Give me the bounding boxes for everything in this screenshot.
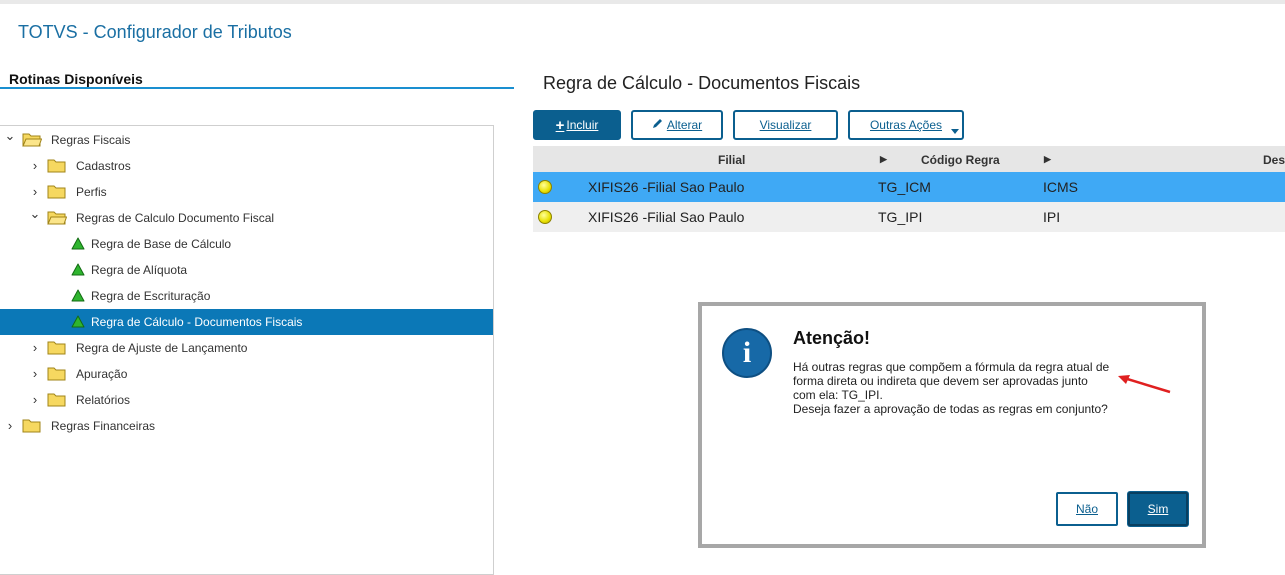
sim-button[interactable]: Sim [1128, 492, 1188, 526]
sidebar-item[interactable]: › Regra de Ajuste de Lançamento [0, 335, 493, 361]
cell-filial: XIFIS26 -Filial Sao Paulo [588, 179, 745, 195]
outras-acoes-button[interactable]: Outras Ações [848, 110, 964, 140]
column-sort-icon[interactable]: ▶ [1044, 154, 1051, 165]
confirm-dialog: i Atenção! Há outras regras que compõem … [698, 302, 1206, 548]
cell-filial: XIFIS26 -Filial Sao Paulo [588, 209, 745, 225]
sidebar-item[interactable]: › Relatórios [0, 387, 493, 413]
sidebar-item[interactable]: › Perfis [0, 179, 493, 205]
sidebar-item[interactable]: › Regras Financeiras [0, 413, 493, 439]
sidebar-item[interactable]: ⌄ Regras Fiscais [0, 127, 493, 153]
sidebar-title: Rotinas Disponíveis [9, 71, 143, 87]
sidebar-item-label: Regras de Calculo Documento Fiscal [76, 211, 275, 225]
alterar-button[interactable]: Alterar [631, 110, 723, 140]
caret-down-icon [951, 129, 959, 134]
column-codigo-regra[interactable]: Código Regra [921, 153, 1000, 167]
table-row[interactable]: XIFIS26 -Filial Sao Paulo TG_IPI IPI [533, 202, 1285, 232]
column-filial[interactable]: Filial [718, 153, 745, 167]
visualizar-button[interactable]: Visualizar [733, 110, 838, 140]
sidebar-item[interactable]: ⌄ Regras de Calculo Documento Fiscal [0, 205, 493, 231]
status-dot-icon [538, 180, 552, 194]
sidebar-item-label: Regra de Ajuste de Lançamento [76, 341, 248, 355]
sidebar-item[interactable]: › Cadastros [0, 153, 493, 179]
sidebar-title-underline [0, 87, 514, 89]
grid-header: Filial ▶ Código Regra ▶ Desc [533, 146, 1285, 172]
dialog-question: Deseja fazer a aprovação de todas as reg… [793, 402, 1108, 416]
sidebar-item-label: Regra de Base de Cálculo [91, 237, 232, 251]
folder-icon [47, 341, 66, 355]
folder-icon [47, 367, 66, 381]
sidebar-item-label: Regra de Alíquota [91, 263, 188, 277]
info-icon: i [722, 328, 772, 378]
red-arrow-icon [1118, 375, 1171, 394]
chevron-right-icon[interactable]: › [29, 159, 41, 172]
chevron-right-icon[interactable]: › [29, 367, 41, 380]
outras-acoes-label: Outras Ações [869, 118, 943, 132]
incluir-button[interactable]: + Incluir [533, 110, 621, 140]
sidebar-item-label: Regras Fiscais [51, 133, 131, 147]
green-triangle-icon [71, 237, 85, 250]
chevron-right-icon[interactable]: › [4, 419, 16, 432]
top-strip [0, 0, 1285, 4]
dialog-body: i Atenção! Há outras regras que compõem … [702, 306, 1202, 544]
sidebar-item[interactable]: › Apuração [0, 361, 493, 387]
column-descricao[interactable]: Desc [1263, 153, 1285, 167]
cell-codigo: TG_IPI [878, 209, 923, 225]
dialog-title: Atenção! [793, 328, 871, 348]
chevron-down-icon[interactable]: ⌄ [29, 207, 41, 220]
chevron-right-icon[interactable]: › [29, 341, 41, 354]
plus-icon: + [555, 116, 565, 134]
cell-descricao: IPI [1043, 209, 1061, 225]
folder-icon [22, 419, 41, 433]
green-triangle-icon [71, 315, 85, 328]
status-dot-icon [538, 210, 552, 224]
sidebar-item-label: Apuração [76, 367, 128, 381]
sidebar-item-label: Relatórios [76, 393, 131, 407]
folder-icon [47, 185, 66, 199]
sidebar-item-label: Cadastros [76, 159, 131, 173]
sidebar-item[interactable]: Regra de Base de Cálculo [0, 231, 493, 257]
column-sort-icon[interactable]: ▶ [880, 154, 887, 165]
green-triangle-icon [71, 263, 85, 276]
cell-codigo: TG_ICM [878, 179, 931, 195]
app-title: TOTVS - Configurador de Tributos [18, 22, 292, 42]
folder-icon [47, 159, 66, 173]
dialog-message: Há outras regras que compõem a fórmula d… [793, 360, 1110, 402]
folder-open-icon [22, 133, 42, 147]
table-row[interactable]: XIFIS26 -Filial Sao Paulo TG_ICM ICMS [533, 172, 1285, 202]
sidebar-item[interactable]: Regra de Cálculo - Documentos Fiscais [0, 309, 493, 335]
sidebar-item-label: Regra de Cálculo - Documentos Fiscais [91, 315, 303, 329]
chevron-right-icon[interactable]: › [29, 393, 41, 406]
sidebar-item-label: Regras Financeiras [51, 419, 156, 433]
folder-icon [47, 393, 66, 407]
cell-descricao: ICMS [1043, 179, 1078, 195]
chevron-right-icon[interactable]: › [29, 185, 41, 198]
green-triangle-icon [71, 289, 85, 302]
visualizar-label: Visualizar [759, 118, 812, 132]
folder-open-icon [47, 211, 67, 225]
sidebar-item-label: Perfis [76, 185, 107, 199]
chevron-down-icon[interactable]: ⌄ [4, 129, 16, 142]
page-title: Regra de Cálculo - Documentos Fiscais [543, 73, 861, 93]
sidebar-item-label: Regra de Escrituração [91, 289, 211, 303]
incluir-label: Incluir [566, 118, 599, 132]
nao-button[interactable]: Não [1056, 492, 1118, 526]
alterar-label: Alterar [666, 118, 703, 132]
sidebar-item[interactable]: Regra de Escrituração [0, 283, 493, 309]
pencil-icon [652, 118, 663, 132]
routines-tree: ⌄ Regras Fiscais › Cadastros › Perfis ⌄ Regras … [0, 125, 494, 575]
sidebar-item[interactable]: Regra de Alíquota [0, 257, 493, 283]
